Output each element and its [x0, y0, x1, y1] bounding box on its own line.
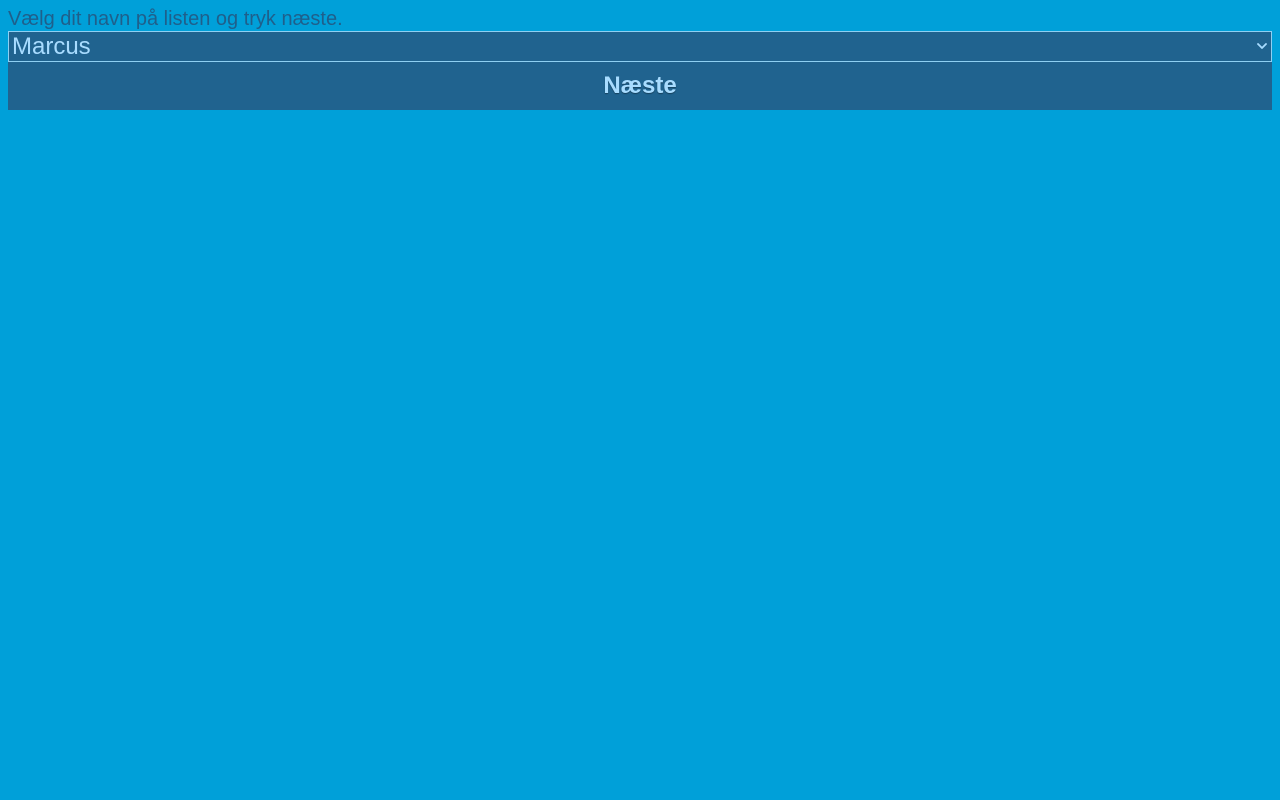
name-select[interactable]: Marcus [8, 31, 1272, 62]
name-select-value: Marcus [12, 33, 91, 60]
next-button[interactable]: Næste [8, 62, 1272, 110]
name-selection-form: Vælg dit navn på listen og tryk næste. M… [8, 7, 1272, 110]
chevron-down-icon [1256, 39, 1268, 53]
instruction-text: Vælg dit navn på listen og tryk næste. [8, 8, 343, 30]
